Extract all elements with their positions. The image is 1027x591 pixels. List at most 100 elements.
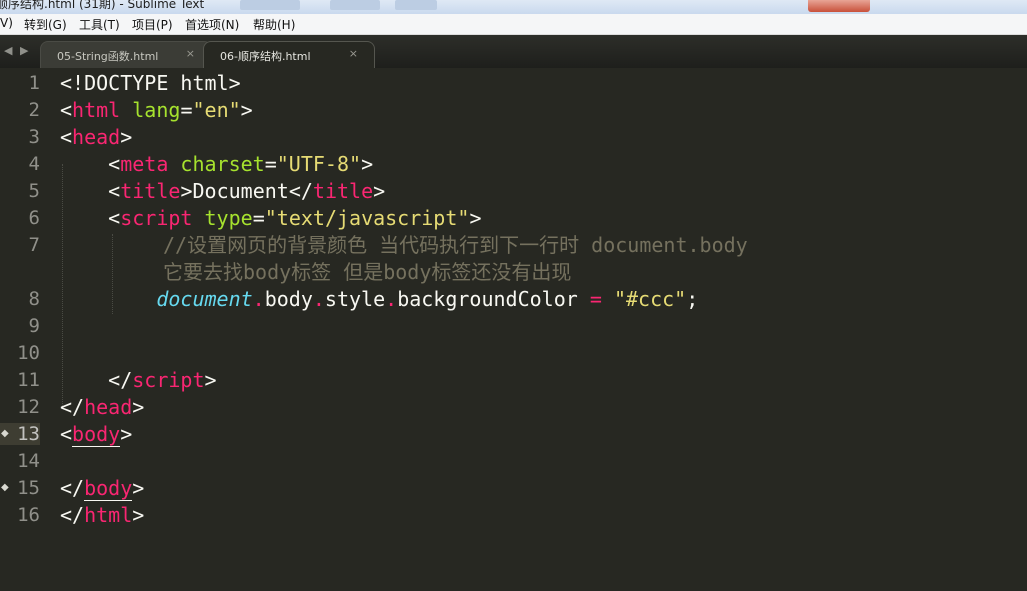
code-tag: html bbox=[84, 503, 133, 527]
code-attr: lang bbox=[120, 98, 181, 122]
code-punct: < bbox=[60, 98, 73, 122]
code-attr: charset bbox=[168, 152, 265, 176]
code-string: "UTF-8" bbox=[276, 152, 362, 176]
code-line-5: <title>Document</title> bbox=[60, 178, 385, 205]
code-punct: > bbox=[361, 152, 374, 176]
titlebar-decoration bbox=[395, 0, 437, 10]
code-operator: = bbox=[589, 287, 602, 311]
line-number: 16 bbox=[17, 504, 40, 526]
line-number: 4 bbox=[28, 153, 40, 175]
code-attr: type bbox=[192, 206, 253, 230]
code-tag: script bbox=[132, 368, 205, 392]
code-punct: = bbox=[264, 152, 277, 176]
code-tag-matched: body bbox=[84, 476, 133, 501]
tab-string-functions[interactable]: 05-String函数.html × bbox=[40, 41, 212, 68]
line-number: 12 bbox=[17, 396, 40, 418]
line-number: 2 bbox=[28, 99, 40, 121]
code-operator: . bbox=[312, 287, 325, 311]
code-tag-matched: body bbox=[72, 422, 121, 447]
tab-label: 05-String函数.html bbox=[57, 50, 159, 63]
code-punct: > bbox=[120, 125, 133, 149]
tab-label: 06-顺序结构.html bbox=[220, 50, 311, 63]
line-number: 3 bbox=[28, 126, 40, 148]
code-builtin: document bbox=[156, 287, 253, 311]
close-icon[interactable]: × bbox=[349, 47, 358, 60]
code-punct: > bbox=[204, 368, 217, 392]
window-titlebar: 顺序结构.html (31期) - Sublime Text bbox=[0, 0, 1027, 14]
line-number: 1 bbox=[28, 72, 40, 94]
code-punct: </ bbox=[288, 179, 313, 203]
code-tag: meta bbox=[120, 152, 169, 176]
line-number: 5 bbox=[28, 180, 40, 202]
menu-bar: V) 转到(G) 工具(T) 项目(P) 首选项(N) 帮助(H) bbox=[0, 14, 1027, 35]
code-comment-wrap: 它要去找body标签 但是body标签还没有出现 bbox=[163, 260, 572, 284]
tab-bar: ◀ ▶ 05-String函数.html × 06-顺序结构.html × bbox=[0, 35, 1027, 68]
code-tag: script bbox=[120, 206, 193, 230]
code-punct: </ bbox=[108, 368, 133, 392]
line-number: 11 bbox=[17, 369, 40, 391]
menu-preferences[interactable]: 首选项(N) bbox=[185, 16, 239, 33]
code-punct: </ bbox=[60, 476, 85, 500]
tag-icon[interactable]: ◆ bbox=[1, 428, 9, 439]
line-number: 10 bbox=[17, 342, 40, 364]
code-punct: = bbox=[180, 98, 193, 122]
code-punct: </ bbox=[60, 503, 85, 527]
code-doctype: <!DOCTYPE html> bbox=[60, 71, 241, 95]
line-number: 8 bbox=[28, 288, 40, 310]
code-line-1: <!DOCTYPE html> bbox=[60, 70, 241, 97]
menu-help[interactable]: 帮助(H) bbox=[253, 16, 295, 33]
code-line-4: <meta charset="UTF-8"> bbox=[60, 151, 373, 178]
code-punct: > bbox=[120, 422, 133, 446]
code-operator: . bbox=[385, 287, 398, 311]
titlebar-decoration bbox=[240, 0, 300, 10]
code-punct: ; bbox=[686, 287, 699, 311]
code-property: backgroundColor bbox=[397, 287, 578, 311]
code-punct: < bbox=[108, 152, 121, 176]
code-comment-line: //设置网页的背景颜色 当代码执行到下一行时 document.body bbox=[163, 233, 748, 257]
code-punct: < bbox=[60, 125, 73, 149]
code-punct: > bbox=[240, 98, 253, 122]
code-line-2: <html lang="en"> bbox=[60, 97, 253, 124]
code-line-16: </html> bbox=[60, 502, 144, 529]
code-tag: head bbox=[72, 125, 121, 149]
code-operator: . bbox=[252, 287, 265, 311]
code-punct: > bbox=[180, 179, 193, 203]
line-number: 9 bbox=[28, 315, 40, 337]
close-window-button[interactable] bbox=[808, 0, 870, 12]
tab-back-icon[interactable]: ◀ bbox=[4, 44, 12, 57]
menu-project[interactable]: 项目(P) bbox=[132, 16, 173, 33]
code-punct: < bbox=[60, 422, 73, 446]
menu-goto[interactable]: 转到(G) bbox=[24, 16, 67, 33]
code-line-13: <body> bbox=[60, 421, 132, 448]
code-string: "text/javascript" bbox=[264, 206, 470, 230]
code-punct: > bbox=[469, 206, 482, 230]
menu-view[interactable]: V) bbox=[0, 16, 13, 30]
code-line-3: <head> bbox=[60, 124, 132, 151]
code-tag: html bbox=[72, 98, 121, 122]
code-line-11: </script> bbox=[60, 367, 217, 394]
line-number: 6 bbox=[28, 207, 40, 229]
code-property: body bbox=[264, 287, 313, 311]
code-punct: > bbox=[132, 476, 145, 500]
code-line-12: </head> bbox=[60, 394, 144, 421]
code-property: style bbox=[324, 287, 386, 311]
tag-icon[interactable]: ◆ bbox=[1, 482, 9, 493]
menu-tools[interactable]: 工具(T) bbox=[79, 16, 120, 33]
code-string: "en" bbox=[192, 98, 241, 122]
close-icon[interactable]: × bbox=[186, 47, 195, 60]
code-punct: = bbox=[252, 206, 265, 230]
tab-forward-icon[interactable]: ▶ bbox=[20, 44, 28, 57]
code-punct: </ bbox=[60, 395, 85, 419]
code-editor[interactable]: 1 2 3 4 5 6 7 8 9 10 11 12 13 14 15 16 ◆… bbox=[0, 68, 1027, 591]
window-title: 顺序结构.html (31期) - Sublime Text bbox=[0, 0, 205, 11]
tab-sequence-structure[interactable]: 06-顺序结构.html × bbox=[203, 41, 375, 68]
code-text: Document bbox=[192, 179, 289, 203]
code-tag: title bbox=[120, 179, 181, 203]
code-string: "#ccc" bbox=[613, 287, 687, 311]
